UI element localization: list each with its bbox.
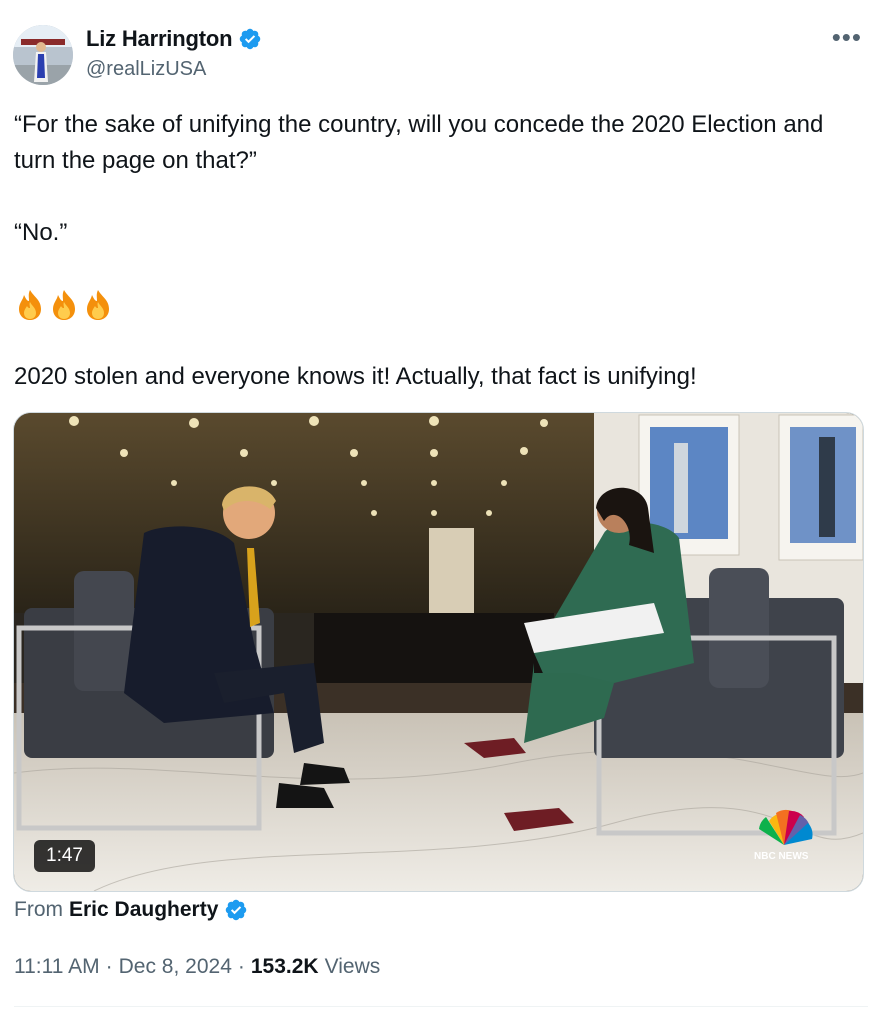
author-handle[interactable]: @realLizUSA bbox=[86, 58, 206, 81]
avatar-image bbox=[13, 25, 73, 85]
verified-badge-icon bbox=[224, 898, 248, 922]
from-label: From bbox=[14, 898, 63, 921]
meta-separator: · bbox=[237, 955, 245, 978]
video-player[interactable]: NBC NEWS 1:47 bbox=[13, 412, 864, 892]
video-duration-badge: 1:47 bbox=[34, 840, 95, 872]
author-name-row: Liz Harrington bbox=[86, 26, 262, 52]
views-count: 153.2K bbox=[250, 955, 319, 978]
author-avatar[interactable] bbox=[13, 25, 73, 85]
divider bbox=[14, 1006, 868, 1007]
fire-emoji-row bbox=[14, 287, 870, 323]
meta-separator: · bbox=[105, 955, 113, 978]
tweet-text: “For the sake of unifying the country, w… bbox=[14, 107, 870, 431]
video-thumbnail: NBC NEWS bbox=[14, 413, 863, 891]
tweet-meta: 11:11 AM · Dec 8, 2024 · 153.2K Views bbox=[14, 955, 380, 979]
video-attribution: From Eric Daugherty bbox=[14, 898, 248, 922]
fire-icon bbox=[19, 290, 109, 320]
nbc-news-watermark: NBC NEWS bbox=[754, 851, 809, 862]
more-options-icon[interactable]: ••• bbox=[832, 22, 862, 53]
author-display-name[interactable]: Liz Harrington bbox=[86, 26, 233, 52]
tweet-quote-answer: “No.” bbox=[14, 219, 68, 246]
views-label: Views bbox=[324, 955, 381, 978]
tweet-quote-question: “For the sake of unifying the country, w… bbox=[14, 111, 824, 174]
source-account-link[interactable]: Eric Daugherty bbox=[69, 898, 218, 922]
tweet-time[interactable]: 11:11 AM bbox=[14, 955, 100, 979]
tweet-date[interactable]: Dec 8, 2024 bbox=[119, 955, 232, 979]
tweet-comment: 2020 stolen and everyone knows it! Actua… bbox=[14, 363, 697, 390]
verified-badge-icon bbox=[238, 27, 262, 51]
